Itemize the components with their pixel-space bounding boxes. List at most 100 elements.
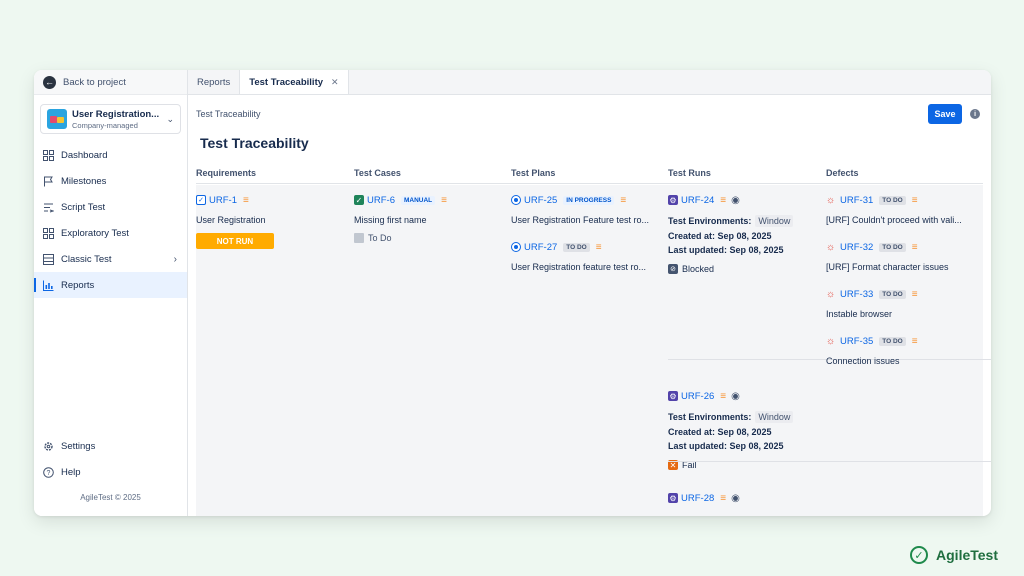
bug-icon: ☼	[826, 194, 836, 206]
defect-card: ☼ URF-32 TO DO ≡ [URF] Format character …	[826, 241, 974, 273]
flag-icon	[43, 176, 54, 187]
column-header-test-runs: Test Runs	[668, 168, 711, 178]
test-plan-card: URF-27 TO DO ≡ User Registration feature…	[511, 241, 661, 272]
test-run-icon: ⚙	[668, 391, 678, 401]
back-label: Back to project	[63, 76, 126, 88]
sidebar-item-milestones[interactable]: Milestones	[34, 168, 187, 194]
test-run-icon: ⚙	[668, 493, 678, 503]
sidebar-item-label: Classic Test	[61, 253, 112, 265]
priority-medium-icon: ≡	[720, 390, 726, 402]
priority-medium-icon: ≡	[242, 194, 249, 206]
defect-card: ☼ URF-33 TO DO ≡ Instable browser	[826, 288, 974, 320]
tab-label: Reports	[197, 76, 231, 88]
sidebar-item-dashboard[interactable]: Dashboard	[34, 142, 187, 168]
eye-icon[interactable]: ◉	[731, 391, 740, 402]
project-logo-icon	[47, 109, 67, 129]
test-case-card: ✓ URF-6 MANUAL ≡ Missing first name To D…	[354, 194, 504, 243]
save-button[interactable]: Save	[928, 104, 962, 124]
last-updated: Last updated: Sep 08, 2025	[668, 441, 784, 451]
tab-test-traceability[interactable]: Test Traceability ✕	[240, 70, 349, 94]
requirement-key-link[interactable]: URF-1	[209, 195, 237, 206]
sidebar-item-exploratory-test[interactable]: Exploratory Test	[34, 220, 187, 246]
app-window: ← Back to project User Registration... C…	[34, 70, 991, 516]
eye-icon[interactable]: ◉	[731, 195, 740, 206]
test-run-key-link[interactable]: URF-24	[681, 195, 714, 206]
test-environment: Test Environments: Window	[668, 215, 818, 227]
brand-logo: ✓ AgileTest	[910, 546, 998, 564]
defect-key-link[interactable]: URF-32	[840, 242, 873, 253]
sidebar-item-reports[interactable]: Reports	[34, 272, 187, 298]
help-label: Help	[61, 466, 81, 478]
defect-summary: [URF] Couldn't proceed with vali...	[826, 215, 962, 225]
priority-medium-icon: ≡	[911, 288, 918, 300]
tab-bar: Reports Test Traceability ✕	[188, 70, 991, 95]
sidebar-item-help[interactable]: ? Help	[34, 459, 187, 485]
defect-card: ☼ URF-31 TO DO ≡ [URF] Couldn't proceed …	[826, 194, 974, 226]
created-at: Created at: Sep 08, 2025	[668, 427, 772, 437]
project-name: User Registration...	[72, 108, 160, 120]
priority-medium-icon: ≡	[720, 492, 726, 504]
blocked-icon: ⊘	[668, 264, 678, 274]
test-case-key-link[interactable]: URF-6	[367, 195, 395, 206]
status-badge: TO DO	[879, 242, 906, 252]
requirement-card: ✓ URF-1 ≡ User Registration NOT RUN	[196, 194, 346, 249]
priority-medium-icon: ≡	[911, 241, 918, 253]
defect-key-link[interactable]: URF-35	[840, 336, 873, 347]
eye-icon[interactable]: ◉	[731, 493, 740, 504]
sidebar-item-label: Reports	[61, 279, 95, 291]
defect-summary: Connection issues	[826, 356, 900, 366]
breadcrumb[interactable]: Test Traceability	[196, 109, 261, 119]
defect-key-link[interactable]: URF-31	[840, 195, 873, 206]
row-divider	[668, 461, 991, 462]
defect-card: ☼ URF-35 TO DO ≡ Connection issues	[826, 335, 974, 367]
sidebar-item-classic-test[interactable]: Classic Test ›	[34, 246, 187, 272]
script-icon	[43, 202, 54, 213]
grid-icon	[43, 227, 54, 239]
status-label: Blocked	[682, 264, 715, 274]
project-selector[interactable]: User Registration... Company-managed ⌄	[40, 104, 181, 134]
chevron-down-icon: ⌄	[166, 113, 174, 124]
test-plan-icon	[511, 242, 521, 252]
bug-icon: ☼	[826, 335, 836, 347]
info-icon[interactable]: i	[970, 109, 980, 119]
created-at: Created at: Sep 08, 2025	[668, 231, 772, 241]
priority-medium-icon: ≡	[911, 194, 918, 206]
priority-medium-icon: ≡	[720, 194, 726, 206]
check-circle-icon: ✓	[910, 546, 929, 564]
bug-icon: ☼	[826, 241, 836, 253]
requirement-summary: User Registration	[196, 215, 266, 225]
test-plan-key-link[interactable]: URF-27	[524, 242, 557, 253]
test-run-key-link[interactable]: URF-26	[681, 391, 714, 402]
defect-summary: Instable browser	[826, 309, 893, 319]
test-run-card: ⚙ URF-28 ≡ ◉	[668, 492, 818, 504]
page-title: Test Traceability	[200, 135, 309, 151]
tab-reports[interactable]: Reports	[188, 70, 241, 94]
sidebar-item-script-test[interactable]: Script Test	[34, 194, 187, 220]
table-icon	[43, 253, 54, 265]
test-run-key-link[interactable]: URF-28	[681, 493, 714, 504]
test-run-card: ⚙ URF-24 ≡ ◉ Test Environments: Window C…	[668, 194, 818, 274]
checkbox-icon: ✓	[196, 195, 206, 205]
env-chip: Window	[755, 215, 794, 227]
help-icon: ?	[43, 466, 54, 478]
sidebar-item-settings[interactable]: Settings	[34, 433, 187, 459]
test-run-card: ⚙ URF-26 ≡ ◉ Test Environments: Window C…	[668, 390, 818, 470]
test-plan-card: URF-25 IN PROGRESS ≡ User Registration F…	[511, 194, 661, 225]
test-case-icon: ✓	[354, 195, 364, 205]
brand-name: AgileTest	[936, 547, 998, 563]
priority-medium-icon: ≡	[620, 194, 626, 206]
env-label: Test Environments:	[668, 412, 752, 422]
column-header-defects: Defects	[826, 168, 859, 178]
close-icon[interactable]: ✕	[331, 77, 339, 88]
type-badge: MANUAL	[400, 195, 436, 205]
back-to-project-link[interactable]: ← Back to project	[34, 70, 187, 95]
bar-chart-icon	[43, 280, 54, 291]
chevron-right-icon: ›	[173, 253, 177, 265]
sidebar-item-label: Dashboard	[61, 149, 108, 161]
defect-key-link[interactable]: URF-33	[840, 289, 873, 300]
test-plan-key-link[interactable]: URF-25	[524, 195, 557, 206]
arrow-left-icon: ←	[43, 75, 56, 89]
column-header-test-cases: Test Cases	[354, 168, 401, 178]
status-label: To Do	[368, 233, 392, 243]
traceability-grid: Requirements Test Cases Test Plans Test …	[196, 162, 991, 516]
